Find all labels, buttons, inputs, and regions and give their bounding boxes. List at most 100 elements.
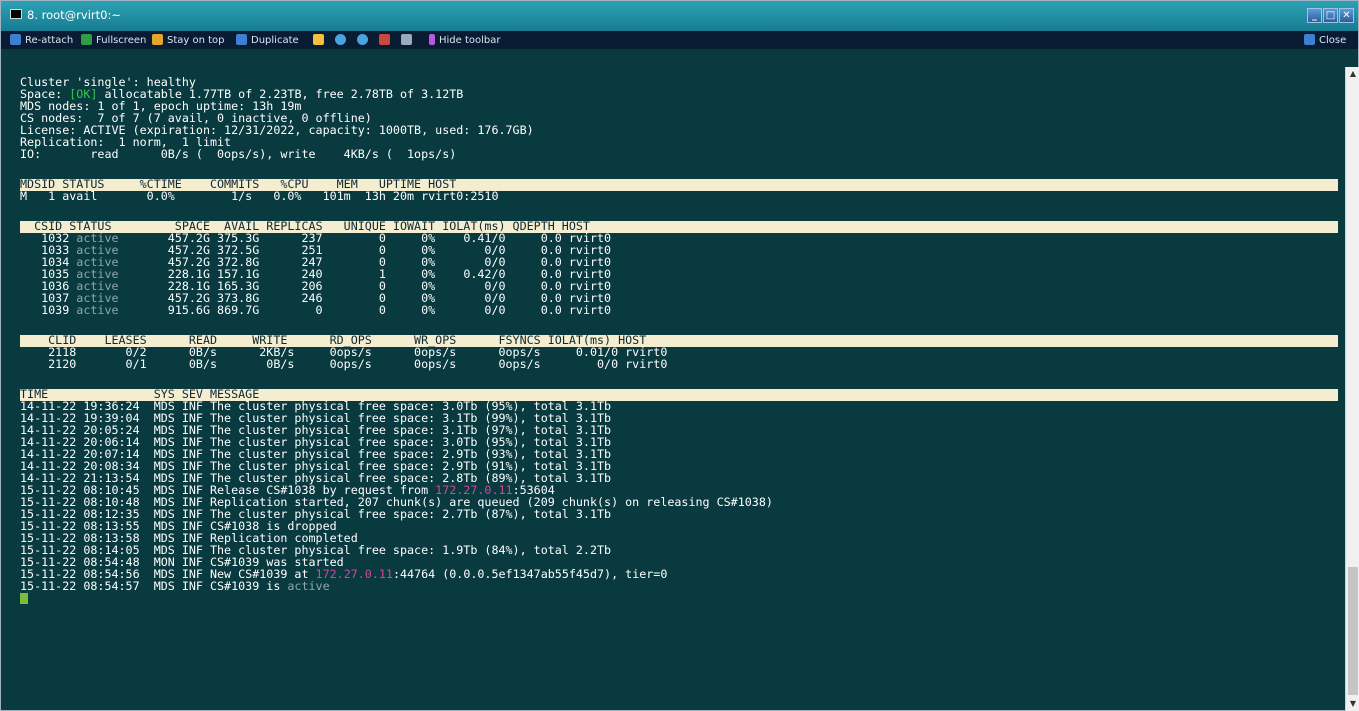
space-ok-badge: [OK] bbox=[69, 89, 98, 101]
cs-values: 457.2G 375.3G 237 0 0% 0.41/0 0.0 rvirt0 bbox=[118, 233, 612, 245]
scroll-down-arrow-icon[interactable]: ▼ bbox=[1348, 699, 1358, 709]
cs-row: 1034 active 457.2G 372.8G 247 0 0% 0/0 0… bbox=[20, 257, 611, 269]
cs-id: 1039 bbox=[20, 305, 77, 317]
cs-status: active bbox=[76, 257, 119, 269]
cs-table-header: CSID STATUS SPACE AVAIL REPLICAS UNIQUE … bbox=[20, 221, 1338, 233]
zoom-in-button[interactable] bbox=[335, 34, 350, 47]
cs-row: 1036 active 228.1G 165.3G 206 0 0% 0/0 0… bbox=[20, 281, 611, 293]
lightning-icon bbox=[429, 34, 435, 45]
close-window-button[interactable]: ✕ bbox=[1339, 8, 1354, 23]
cs-id: 1036 bbox=[20, 281, 77, 293]
title-bar[interactable]: 8. root@rvirt0:~ _ □ ✕ bbox=[1, 1, 1358, 31]
window-title: 8. root@rvirt0:~ bbox=[27, 8, 121, 22]
log-table-header: TIME SYS SEV MESSAGE bbox=[20, 389, 1338, 401]
log-row: 15-11-22 08:10:45 MDS INF Release CS#103… bbox=[20, 485, 555, 497]
client-row: 2118 0/2 0B/s 2KB/s 0ops/s 0ops/s 0ops/s… bbox=[20, 347, 668, 359]
cs-values: 457.2G 372.8G 247 0 0% 0/0 0.0 rvirt0 bbox=[118, 257, 612, 269]
cluster-status: Cluster 'single': healthy bbox=[20, 77, 196, 89]
cs-values: 228.1G 157.1G 240 1 0% 0.42/0 0.0 rvirt0 bbox=[118, 269, 612, 281]
cs-row: 1035 active 228.1G 157.1G 240 1 0% 0.42/… bbox=[20, 269, 611, 281]
ip-address: 172.27.0.11 bbox=[315, 569, 393, 581]
replication-info: Replication: 1 norm, 1 limit bbox=[20, 137, 232, 149]
reattach-icon bbox=[10, 34, 21, 45]
save-icon bbox=[379, 34, 390, 45]
client-row: 2120 0/1 0B/s 0B/s 0ops/s 0ops/s 0ops/s … bbox=[20, 359, 668, 371]
fullscreen-icon bbox=[81, 34, 92, 45]
cs-values: 915.6G 869.7G 0 0 0% 0/0 0.0 rvirt0 bbox=[118, 305, 612, 317]
cs-id: 1035 bbox=[20, 269, 77, 281]
mds-nodes: MDS nodes: 1 of 1, epoch uptime: 13h 19m bbox=[20, 101, 302, 113]
license-info: License: ACTIVE (expiration: 12/31/2022,… bbox=[20, 125, 534, 137]
cs-status: active bbox=[76, 293, 119, 305]
log-row: 15-11-22 08:14:05 MDS INF The cluster ph… bbox=[20, 545, 612, 557]
cs-status: active bbox=[76, 245, 119, 257]
stay-on-top-icon bbox=[152, 34, 163, 45]
cs-status: active bbox=[76, 269, 119, 281]
log-row: 15-11-22 08:10:48 MDS INF Replication st… bbox=[20, 497, 773, 509]
cs-row: 1037 active 457.2G 373.8G 246 0 0% 0/0 0… bbox=[20, 293, 611, 305]
hide-toolbar-label: Hide toolbar bbox=[439, 35, 501, 46]
log-row: 14-11-22 21:13:54 MDS INF The cluster ph… bbox=[20, 473, 612, 485]
terminal-cursor bbox=[20, 593, 28, 604]
log-row: 15-11-22 08:13:58 MDS INF Replication co… bbox=[20, 533, 358, 545]
io-info: IO: read 0B/s ( 0ops/s), write 4KB/s ( 1… bbox=[20, 149, 457, 161]
log-row: 14-11-22 19:39:04 MDS INF The cluster ph… bbox=[20, 413, 612, 425]
log-row: 15-11-22 08:13:55 MDS INF CS#1038 is dro… bbox=[20, 521, 337, 533]
cs-row: 1033 active 457.2G 372.5G 251 0 0% 0/0 0… bbox=[20, 245, 611, 257]
log-text: 15-11-22 08:54:57 MDS INF CS#1039 is bbox=[20, 581, 288, 593]
fullscreen-button[interactable]: Fullscreen bbox=[81, 34, 146, 47]
reattach-label: Re-attach bbox=[25, 35, 74, 46]
cs-status: active bbox=[76, 233, 119, 245]
vertical-scrollbar[interactable]: ▲ ▼ bbox=[1345, 67, 1359, 711]
reattach-button[interactable]: Re-attach bbox=[10, 34, 73, 47]
mds-row: M 1 avail 0.0% 1/s 0.0% 101m 13h 20m rvi… bbox=[20, 191, 499, 203]
log-row: 14-11-22 20:05:24 MDS INF The cluster ph… bbox=[20, 425, 612, 437]
close-toolbar-button[interactable]: Close bbox=[1304, 34, 1346, 47]
cs-status: active bbox=[76, 305, 119, 317]
cs-nodes: CS nodes: 7 of 7 (7 avail, 0 inactive, 0… bbox=[20, 113, 372, 125]
save-button[interactable] bbox=[379, 34, 394, 47]
space-prefix: Space: bbox=[20, 89, 70, 101]
client-table-header: CLID LEASES READ WRITE RD_OPS WR_OPS FSY… bbox=[20, 335, 1338, 347]
minimize-button[interactable]: _ bbox=[1307, 8, 1322, 23]
print-button[interactable] bbox=[401, 34, 416, 47]
mds-table-header: MDSID STATUS %CTIME COMMITS %CPU MEM UPT… bbox=[20, 179, 1338, 191]
cs-row: 1032 active 457.2G 375.3G 237 0 0% 0.41/… bbox=[20, 233, 611, 245]
cs-status: active bbox=[76, 281, 119, 293]
cs-id: 1037 bbox=[20, 293, 77, 305]
space-details: allocatable 1.77TB of 2.23TB, free 2.78T… bbox=[97, 89, 464, 101]
log-row: 15-11-22 08:12:35 MDS INF The cluster ph… bbox=[20, 509, 612, 521]
cs-values: 457.2G 372.5G 251 0 0% 0/0 0.0 rvirt0 bbox=[118, 245, 612, 257]
log-row: 14-11-22 20:06:14 MDS INF The cluster ph… bbox=[20, 437, 612, 449]
log-text: 15-11-22 08:10:45 MDS INF Release CS#103… bbox=[20, 485, 436, 497]
maximize-button[interactable]: □ bbox=[1323, 8, 1338, 23]
zoom-out-icon bbox=[357, 34, 368, 45]
log-status: active bbox=[287, 581, 330, 593]
hide-toolbar-button[interactable]: Hide toolbar bbox=[429, 34, 501, 47]
terminal-output[interactable]: Cluster 'single': healthy Space: [OK] al… bbox=[20, 72, 1340, 700]
duplicate-label: Duplicate bbox=[251, 35, 299, 46]
terminal-icon bbox=[10, 9, 22, 19]
scroll-up-arrow-icon[interactable]: ▲ bbox=[1348, 69, 1358, 79]
ip-address: 172.27.0.11 bbox=[435, 485, 513, 497]
toolbar: Re-attach Fullscreen Stay on top Duplica… bbox=[1, 31, 1358, 49]
edit-button[interactable] bbox=[313, 34, 328, 47]
log-text: 15-11-22 08:54:56 MDS INF New CS#1039 at bbox=[20, 569, 316, 581]
log-row: 14-11-22 20:07:14 MDS INF The cluster ph… bbox=[20, 449, 612, 461]
stay-on-top-button[interactable]: Stay on top bbox=[152, 34, 225, 47]
space-status: Space: [OK] allocatable 1.77TB of 2.23TB… bbox=[20, 89, 463, 101]
zoom-out-button[interactable] bbox=[357, 34, 372, 47]
edit-icon bbox=[313, 34, 324, 45]
log-row: 15-11-22 08:54:48 MON INF CS#1039 was st… bbox=[20, 557, 344, 569]
duplicate-button[interactable]: Duplicate bbox=[236, 34, 299, 47]
close-icon bbox=[1304, 34, 1315, 45]
log-row: 15-11-22 08:54:57 MDS INF CS#1039 is act… bbox=[20, 581, 330, 593]
cs-values: 457.2G 373.8G 246 0 0% 0/0 0.0 rvirt0 bbox=[118, 293, 612, 305]
duplicate-icon bbox=[236, 34, 247, 45]
stay-on-top-label: Stay on top bbox=[167, 35, 225, 46]
scrollbar-thumb[interactable] bbox=[1348, 567, 1358, 695]
close-label: Close bbox=[1319, 35, 1347, 46]
log-text: :44764 (0.0.0.5ef1347ab55f45d7), tier=0 bbox=[392, 569, 668, 581]
terminal-window: 8. root@rvirt0:~ _ □ ✕ Re-attach Fullscr… bbox=[0, 0, 1359, 711]
zoom-in-icon bbox=[335, 34, 346, 45]
